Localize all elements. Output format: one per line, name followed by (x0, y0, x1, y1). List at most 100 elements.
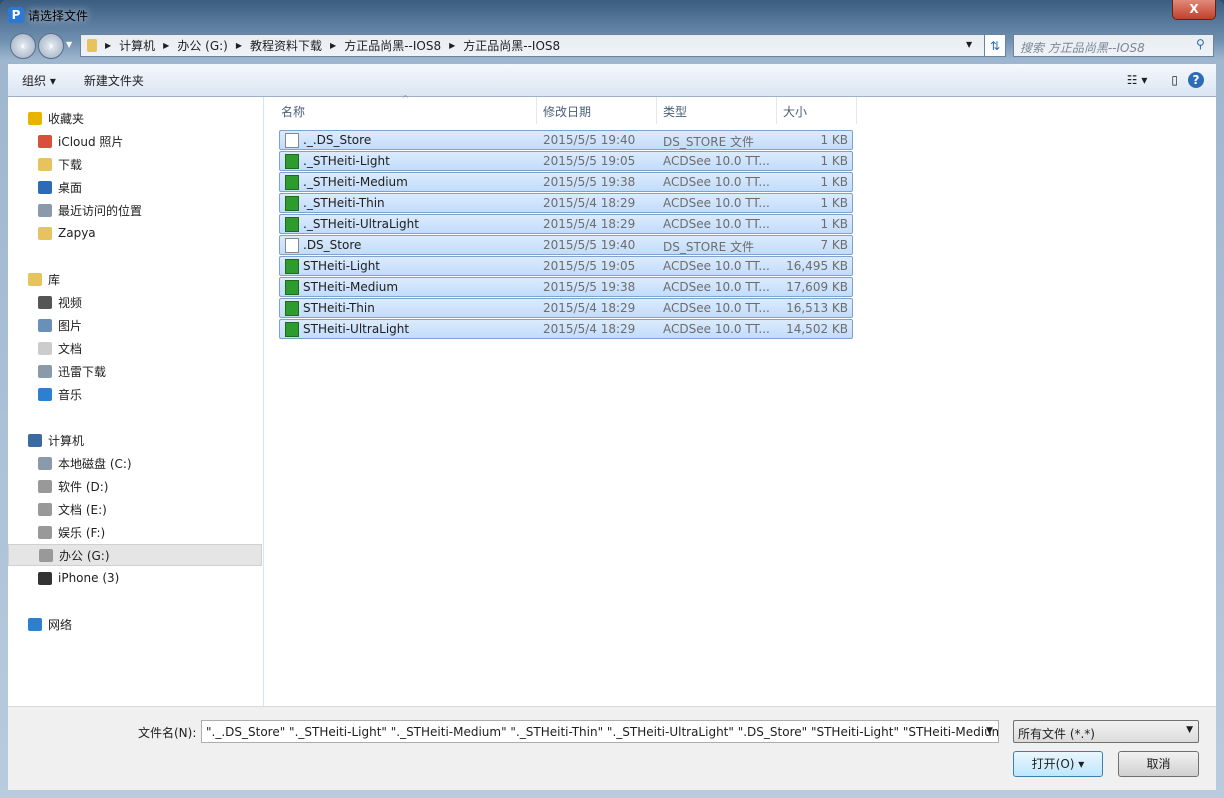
file-row[interactable]: STHeiti-Light 2015/5/5 19:05 ACDSee 10.0… (279, 256, 853, 276)
file-row[interactable]: ._STHeiti-Medium 2015/5/5 19:38 ACDSee 1… (279, 172, 853, 192)
file-type: ACDSee 10.0 TT... (663, 196, 770, 210)
sidebar-item-label: iCloud 照片 (58, 134, 124, 149)
sidebar-item[interactable]: 下载 (8, 153, 262, 175)
file-date: 2015/5/5 19:05 (543, 259, 636, 273)
close-button[interactable]: X (1172, 0, 1216, 20)
view-options-icon[interactable]: ☷ ▾ (1113, 73, 1162, 87)
cancel-button[interactable]: 取消 (1118, 751, 1199, 777)
dialog-window: P 请选择文件 X ‹ › ▼ ▶ 计算机 ▶ 办公 (G:) ▶ 教程资料下载 ▶ 方正品尚… (0, 0, 1224, 798)
file-row[interactable]: ._STHeiti-Light 2015/5/5 19:05 ACDSee 10… (279, 151, 853, 171)
location-icon (38, 479, 52, 493)
help-icon[interactable]: ? (1188, 72, 1204, 88)
sidebar-item[interactable]: iCloud 照片 (8, 130, 262, 152)
breadcrumb-item[interactable]: 办公 (G:) (177, 37, 228, 54)
sidebar-item[interactable]: 视频 (8, 291, 262, 313)
search-input[interactable]: 搜索 方正品尚黑--IOS8 (1013, 34, 1214, 57)
file-type: ACDSee 10.0 TT... (663, 301, 770, 315)
organize-button[interactable]: 组织 ▾ (8, 72, 70, 89)
sidebar-item[interactable]: 库 (8, 268, 262, 290)
file-row[interactable]: ._.DS_Store 2015/5/5 19:40 DS_STORE 文件 1… (279, 130, 853, 150)
preview-pane-icon[interactable]: ▯ (1161, 73, 1188, 87)
breadcrumb-item[interactable]: 教程资料下载 (250, 37, 322, 54)
column-date[interactable]: 修改日期 (537, 97, 657, 124)
sidebar-item[interactable]: 办公 (G:) (8, 544, 262, 566)
address-dropdown[interactable]: ▼ (966, 40, 972, 49)
breadcrumb-separator[interactable]: ▶ (163, 41, 169, 50)
new-folder-button[interactable]: 新建文件夹 (70, 72, 158, 89)
file-type: ACDSee 10.0 TT... (663, 280, 770, 294)
sidebar-item-label: 软件 (D:) (58, 479, 109, 494)
sidebar-item[interactable]: 娱乐 (F:) (8, 521, 262, 543)
file-type: ACDSee 10.0 TT... (663, 217, 770, 231)
sidebar-item[interactable]: 最近访问的位置 (8, 199, 262, 221)
location-icon (38, 318, 52, 332)
back-button[interactable]: ‹ (10, 33, 36, 59)
breadcrumb-item[interactable]: 方正品尚黑--IOS8 (463, 37, 560, 54)
file-name: .DS_Store (303, 238, 362, 252)
breadcrumb-separator[interactable]: ▶ (236, 41, 242, 50)
breadcrumb-separator[interactable]: ▶ (449, 41, 455, 50)
file-row[interactable]: ._STHeiti-Thin 2015/5/4 18:29 ACDSee 10.… (279, 193, 853, 213)
column-size[interactable]: 大小 (777, 97, 857, 124)
sidebar-item-label: 收藏夹 (48, 111, 85, 126)
file-icon (285, 133, 299, 148)
file-type: ACDSee 10.0 TT... (663, 322, 770, 336)
file-name: STHeiti-Light (303, 259, 381, 273)
sidebar-item[interactable]: 收藏夹 (8, 107, 262, 129)
sidebar-item[interactable]: iPhone (3) (8, 567, 262, 589)
file-row[interactable]: .DS_Store 2015/5/5 19:40 DS_STORE 文件 7 K… (279, 235, 853, 255)
sidebar-item[interactable]: 计算机 (8, 429, 262, 451)
sidebar-item[interactable]: 软件 (D:) (8, 475, 262, 497)
breadcrumb-item[interactable]: 计算机 (119, 37, 155, 54)
forward-button[interactable]: › (38, 33, 64, 59)
file-type-value: 所有文件 (*.*) (1018, 727, 1095, 741)
location-icon (38, 180, 52, 194)
file-icon (285, 238, 299, 253)
file-date: 2015/5/4 18:29 (543, 322, 636, 336)
sidebar-item[interactable]: 文档 (E:) (8, 498, 262, 520)
file-type-select[interactable]: 所有文件 (*.*) ▼ (1013, 720, 1199, 743)
file-row[interactable]: ._STHeiti-UltraLight 2015/5/4 18:29 ACDS… (279, 214, 853, 234)
address-bar[interactable]: ▶ 计算机 ▶ 办公 (G:) ▶ 教程资料下载 ▶ 方正品尚黑--IOS8 ▶ 方正品尚黑--I… (80, 34, 1006, 57)
filename-history-dropdown[interactable]: ▼ (986, 726, 993, 736)
recent-pages-dropdown[interactable]: ▼ (66, 40, 72, 49)
file-type: ACDSee 10.0 TT... (663, 259, 770, 273)
font-file-icon (285, 301, 299, 316)
file-row[interactable]: STHeiti-Thin 2015/5/4 18:29 ACDSee 10.0 … (279, 298, 853, 318)
file-size: 1 KB (820, 154, 848, 168)
file-size: 16,513 KB (786, 301, 848, 315)
sidebar-item[interactable]: Zapya (8, 222, 262, 244)
file-date: 2015/5/5 19:40 (543, 133, 636, 147)
sidebar-item-label: 音乐 (58, 387, 83, 402)
sidebar-item[interactable]: 音乐 (8, 383, 262, 405)
file-row[interactable]: STHeiti-UltraLight 2015/5/4 18:29 ACDSee… (279, 319, 853, 339)
location-icon (38, 341, 52, 355)
filename-input[interactable]: "._.DS_Store" "._STHeiti-Light" "._STHei… (201, 720, 999, 743)
sort-ascending-icon: ^ (402, 94, 409, 103)
open-button[interactable]: 打开(O) ▾ (1013, 751, 1103, 777)
breadcrumb-item[interactable]: 方正品尚黑--IOS8 (344, 37, 441, 54)
file-name: ._.DS_Store (303, 133, 372, 147)
sidebar-item[interactable]: 图片 (8, 314, 262, 336)
sidebar-item-label: 本地磁盘 (C:) (58, 456, 132, 471)
group-icon (28, 272, 42, 286)
file-size: 14,502 KB (786, 322, 848, 336)
refresh-button[interactable]: ⇅ (984, 34, 1006, 57)
sidebar-item-label: 库 (48, 272, 61, 287)
sidebar-item[interactable]: 迅雷下载 (8, 360, 262, 382)
file-row[interactable]: STHeiti-Medium 2015/5/5 19:38 ACDSee 10.… (279, 277, 853, 297)
sidebar-item[interactable]: 本地磁盘 (C:) (8, 452, 262, 474)
sidebar-item[interactable]: 文档 (8, 337, 262, 359)
column-type[interactable]: 类型 (657, 97, 777, 124)
breadcrumb-separator[interactable]: ▶ (105, 41, 111, 50)
file-size: 1 KB (820, 196, 848, 210)
sidebar-item-label: 视频 (58, 295, 83, 310)
group-icon (28, 111, 42, 125)
file-date: 2015/5/5 19:05 (543, 154, 636, 168)
breadcrumb-separator[interactable]: ▶ (330, 41, 336, 50)
sidebar-item-label: Zapya (58, 226, 96, 240)
file-date: 2015/5/5 19:38 (543, 280, 636, 294)
sidebar-item[interactable]: 桌面 (8, 176, 262, 198)
location-icon (39, 548, 53, 562)
sidebar-item[interactable]: 网络 (8, 613, 262, 635)
